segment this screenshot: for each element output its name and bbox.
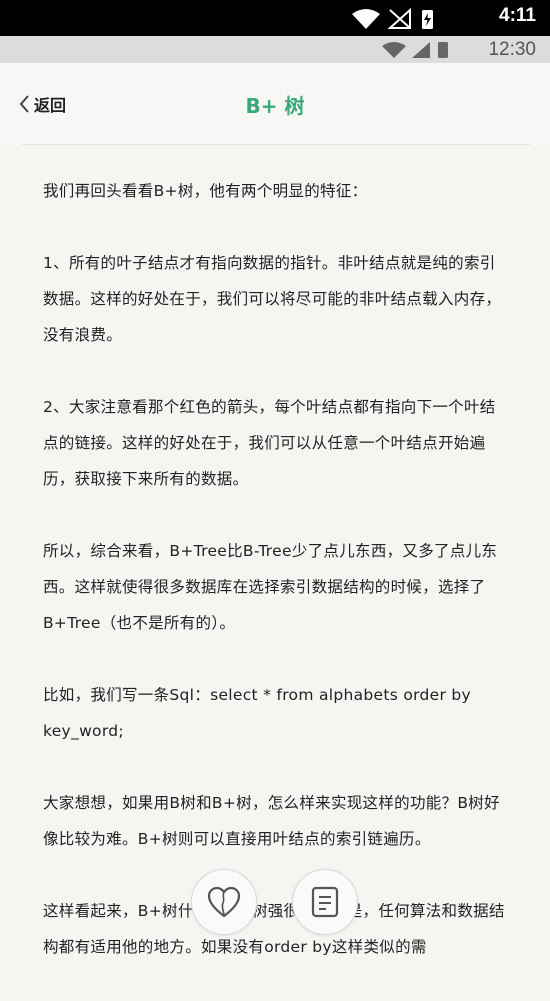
wifi-icon	[382, 42, 406, 58]
article-paragraph: 所以，综合来看，B+Tree比B-Tree少了点儿东西，又多了点儿东西。这样就使…	[43, 542, 498, 632]
signal-icon	[412, 42, 430, 58]
wifi-icon	[352, 9, 380, 29]
article-paragraph: 我们再回头看看B+树，他有两个明显的特征：	[43, 182, 368, 200]
app-status-bar: 12:30	[0, 36, 550, 63]
like-button[interactable]	[191, 869, 257, 935]
document-icon	[311, 886, 339, 918]
system-status-bar: 4:11	[0, 0, 550, 36]
article-body: 我们再回头看看B+树，他有两个明显的特征： 1、所有的叶子结点才有指向数据的指针…	[43, 173, 508, 1001]
status-time: 4:11	[499, 5, 536, 26]
article-paragraph: 这样看起来，B+树什么都比B树强很多吗？是，任何算法和数据结构都有适用他的地方。…	[43, 902, 505, 956]
status-icons	[350, 7, 460, 34]
status-icons	[380, 41, 460, 63]
page-title: B+ 树	[245, 94, 305, 118]
article-paragraph: 比如，我们写一条Sql：select * from alphabets orde…	[43, 686, 472, 740]
status-time: 12:30	[488, 39, 536, 60]
article-paragraph: 2、大家注意看那个红色的箭头，每个叶结点都有指向下一个叶结点的链接。这样的好处在…	[43, 398, 496, 488]
battery-icon	[438, 42, 448, 58]
article-paragraph: 大家想想，如果用B树和B+树，怎么样来实现这样的功能？B树好像比较为难。B+树则…	[43, 794, 500, 848]
nav-header: 返回 B+ 树	[0, 63, 550, 145]
article-paragraph: 1、所有的叶子结点才有指向数据的指针。非叶结点就是纯的索引数据。这样的好处在于，…	[43, 254, 502, 344]
heart-icon	[207, 886, 241, 918]
header-divider	[22, 144, 530, 145]
notes-button[interactable]	[292, 869, 358, 935]
